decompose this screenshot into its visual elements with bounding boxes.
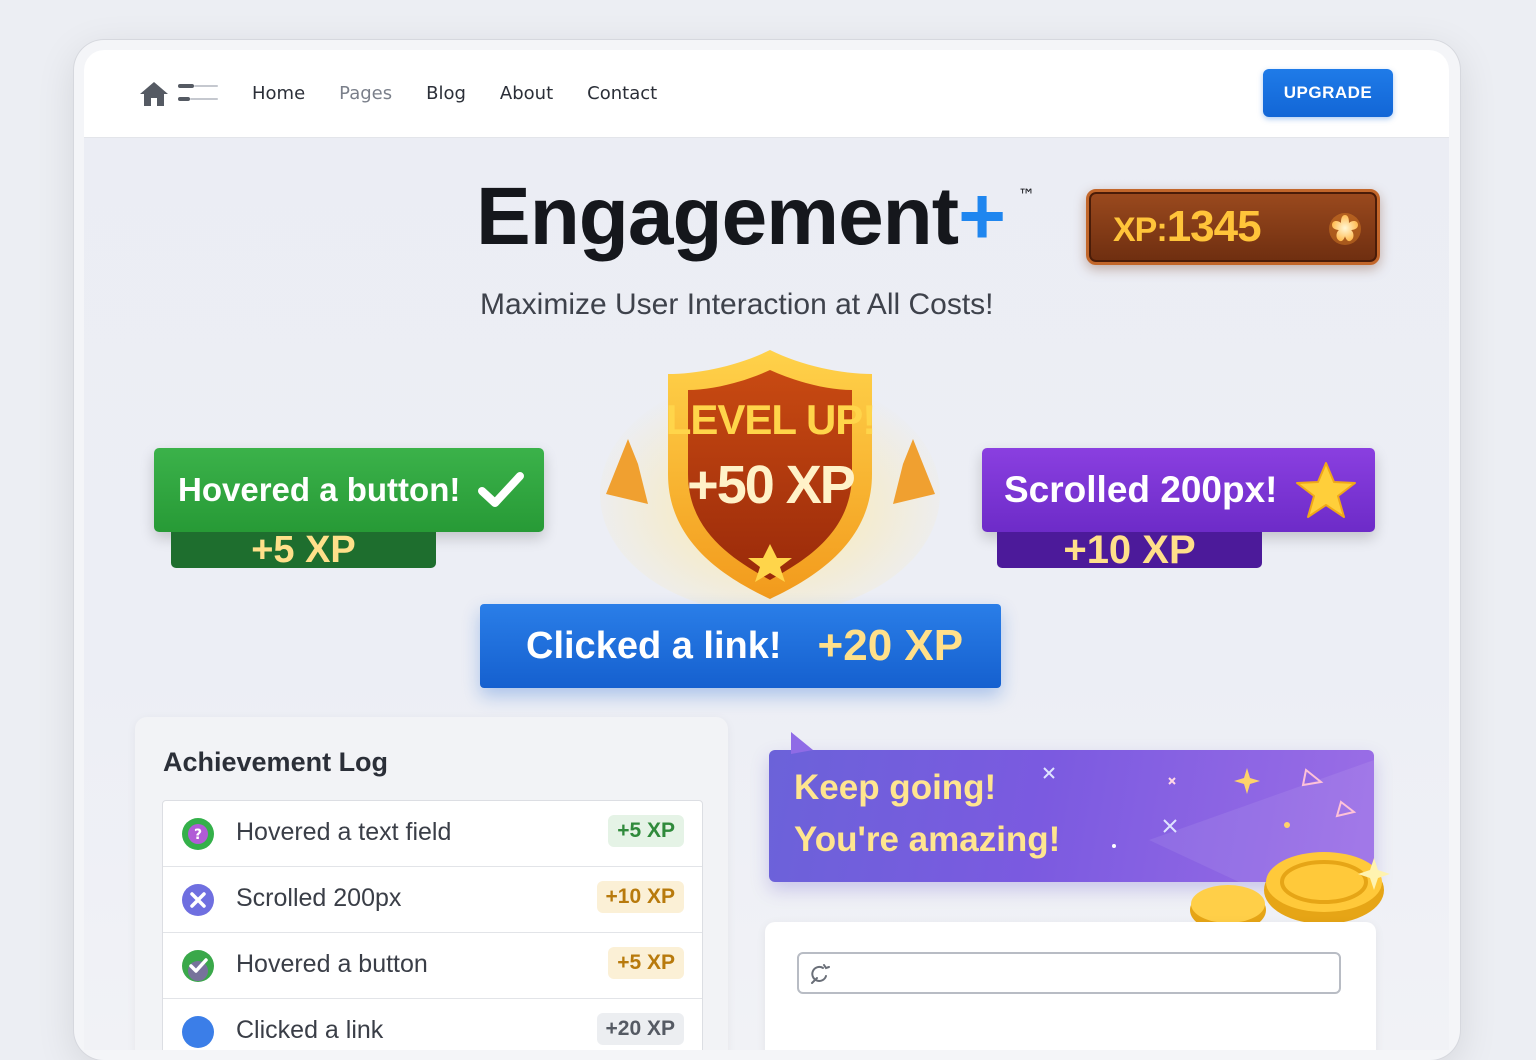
trademark-mark: ™ — [1018, 186, 1035, 206]
link-icon — [182, 1016, 214, 1048]
list-item-text: Hovered a button — [236, 950, 428, 978]
scroll-reward-label: Scrolled 200px! — [1004, 469, 1278, 510]
check-circle-icon — [182, 950, 214, 982]
hover-reward-points: +5 XP — [171, 529, 436, 571]
list-item-text: Hovered a text field — [236, 818, 452, 846]
list-item-points: +5 XP — [608, 815, 684, 847]
page-subtitle: Maximize User Interaction at All Costs! — [480, 288, 994, 321]
xp-value: 1345 — [1166, 202, 1262, 251]
home-icon[interactable] — [138, 80, 170, 108]
hover-reward-banner: Hovered a button! — [154, 448, 544, 532]
page-title: Engagement+ — [476, 176, 1006, 258]
question-icon: ? — [182, 818, 214, 850]
level-up-title: LEVEL UP! — [665, 396, 877, 443]
list-item-points: +5 XP — [608, 947, 684, 979]
encouragement-line-1: Keep going! — [794, 768, 997, 807]
star-icon — [1295, 462, 1356, 518]
list-item-points: +20 XP — [596, 1013, 684, 1045]
achievement-list: ? Hovered a text field +5 XP Scrolled 20… — [162, 800, 703, 1050]
scroll-reward-points: +10 XP — [997, 528, 1262, 572]
scroll-icon — [182, 884, 214, 916]
checkmark-icon — [478, 472, 525, 507]
level-up-points: +50 XP — [687, 455, 856, 515]
click-reward-label: Clicked a link! — [526, 624, 782, 667]
list-item[interactable]: Clicked a link +20 XP — [163, 999, 702, 1050]
encouragement-line-2: You're amazing! — [794, 820, 1061, 859]
level-up-shield: LEVEL UP! +50 XP — [598, 344, 943, 614]
hover-reward-label: Hovered a button! — [178, 471, 461, 508]
click-reward-points: +20 XP — [817, 621, 964, 670]
title-text: Engagement — [476, 171, 959, 262]
nav-link-blog[interactable]: Blog — [426, 83, 466, 104]
nav-link-about[interactable]: About — [500, 83, 553, 104]
nav-link-home[interactable]: Home — [252, 83, 305, 104]
coins-icon — [1190, 852, 1390, 928]
list-item[interactable]: ? Hovered a text field +5 XP — [163, 801, 702, 867]
achievement-log: Achievement Log ? Hovered a text field +… — [135, 717, 728, 1050]
list-item-points: +10 XP — [596, 881, 684, 913]
nav-link-pages[interactable]: Pages — [339, 83, 392, 104]
svg-text:?: ? — [194, 827, 202, 843]
scroll-reward-banner: Scrolled 200px! — [982, 448, 1375, 532]
list-item[interactable]: Hovered a button +5 XP — [163, 933, 702, 999]
top-nav: Home Pages Blog About Contact UPGRADE — [84, 50, 1449, 138]
menu-toggle-icon[interactable] — [178, 82, 220, 104]
nav-link-contact[interactable]: Contact — [587, 83, 657, 104]
search-icon — [811, 964, 830, 984]
list-item-text: Scrolled 200px — [236, 884, 402, 912]
page: Home Pages Blog About Contact UPGRADE En… — [84, 50, 1449, 1050]
title-plus: + — [958, 171, 1006, 262]
achievement-log-title: Achievement Log — [163, 747, 389, 777]
xp-counter: XP:1345 — [1086, 189, 1380, 265]
list-item-text: Clicked a link — [236, 1016, 384, 1044]
list-item[interactable]: Scrolled 200px +10 XP — [163, 867, 702, 933]
search-card — [765, 922, 1376, 1050]
click-reward-badge: Clicked a link! +20 XP — [480, 604, 1001, 688]
xp-label: XP: — [1113, 211, 1168, 249]
flower-icon — [1329, 213, 1361, 245]
nav-links: Home Pages Blog About Contact — [252, 50, 691, 137]
xp-readout: XP:1345 — [1113, 202, 1262, 252]
upgrade-button[interactable]: UPGRADE — [1263, 69, 1393, 117]
search-input[interactable] — [797, 952, 1341, 994]
